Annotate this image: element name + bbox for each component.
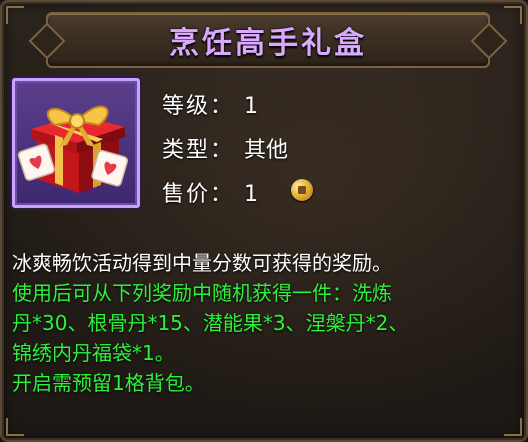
description-line: 锦绣内丹福袋*1。 — [12, 341, 175, 365]
price-label: 售价： — [162, 182, 235, 207]
title-banner: 烹饪高手礼盒 — [46, 12, 490, 68]
corner-ornament — [504, 418, 522, 436]
type-label: 类型： — [162, 138, 235, 163]
corner-ornament — [6, 418, 24, 436]
level-value: 1 — [244, 94, 259, 119]
coin-icon — [291, 179, 313, 201]
item-title: 烹饪高手礼盒 — [169, 26, 367, 61]
item-slot[interactable] — [12, 78, 140, 208]
item-tooltip-panel: 烹饪高手礼盒 等级： 1 类型： 其他 售价： 1 冰爽畅饮活动得到中量分数可获… — [0, 0, 528, 442]
type-row: 类型： 其他 — [162, 132, 288, 164]
item-description: 冰爽畅饮活动得到中量分数可获得的奖励。 使用后可从下列奖励中随机获得一件：洗炼 … — [12, 248, 522, 398]
corner-ornament — [6, 6, 24, 24]
level-row: 等级： 1 — [162, 88, 258, 120]
level-label: 等级： — [162, 94, 235, 119]
description-line: 冰爽畅饮活动得到中量分数可获得的奖励。 — [12, 251, 392, 275]
description-line: 丹*30、根骨丹*15、潜能果*3、涅槃丹*2、 — [12, 311, 409, 335]
description-line: 使用后可从下列奖励中随机获得一件：洗炼 — [12, 281, 392, 305]
description-line: 开启需预留1格背包。 — [12, 371, 205, 395]
gift-box-icon — [17, 105, 129, 193]
type-value: 其他 — [244, 138, 289, 163]
price-row: 售价： 1 — [162, 176, 258, 208]
corner-ornament — [504, 6, 522, 24]
price-value: 1 — [244, 182, 259, 207]
